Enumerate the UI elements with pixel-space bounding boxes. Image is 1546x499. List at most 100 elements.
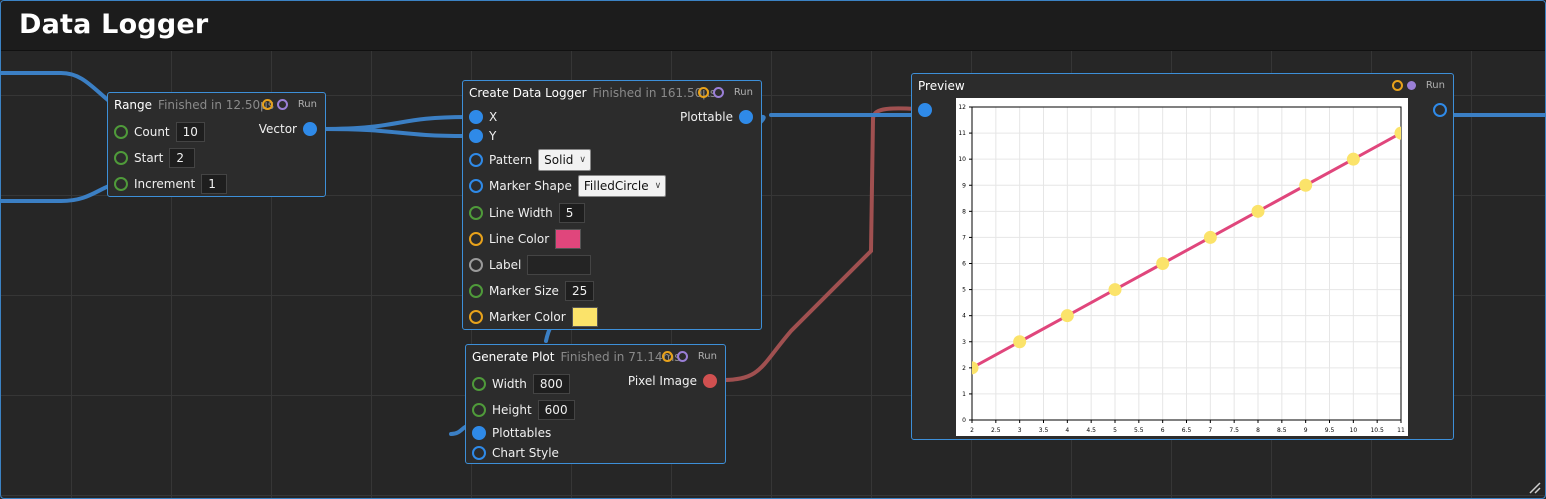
label-label: Label — [489, 258, 522, 272]
marker-size-input[interactable]: 25 — [564, 281, 595, 301]
create-run-button[interactable]: Run — [734, 87, 753, 98]
x-tick-label: 2 — [970, 427, 974, 434]
vector-output-label: Vector — [258, 122, 297, 136]
range-increment-row: Increment 1 — [114, 174, 228, 194]
y-tick-label: 4 — [962, 313, 966, 320]
width-input[interactable]: 800 — [532, 374, 570, 394]
count-port-icon[interactable] — [114, 125, 128, 139]
range-run-button[interactable]: Run — [298, 99, 317, 110]
marker-shape-port-icon[interactable] — [469, 179, 483, 193]
resize-grip-icon[interactable] — [1527, 480, 1541, 494]
wire-left-top — [1, 71, 111, 103]
x-label: X — [489, 110, 498, 124]
y-tick-label: 7 — [962, 234, 966, 241]
run-dot-icon[interactable] — [1406, 81, 1416, 90]
node-editor-canvas[interactable]: Data Logger Range Finished in 12.50µs Run — [0, 0, 1546, 499]
marker-shape-value: FilledCircle — [583, 179, 649, 193]
run-dot-icon[interactable] — [276, 99, 288, 110]
wire-vector-to-y — [321, 127, 468, 138]
y-label: Y — [489, 129, 497, 143]
preview-node-title: Preview — [918, 79, 965, 93]
chart-style-port-icon[interactable] — [472, 446, 486, 460]
pattern-row: Pattern Solid ∨ — [469, 149, 592, 171]
width-port-icon[interactable] — [472, 377, 486, 391]
count-input[interactable]: 10 — [175, 122, 205, 142]
y-tick-label: 10 — [958, 156, 966, 163]
y-tick-label: 3 — [962, 339, 966, 346]
start-input[interactable]: 2 — [169, 148, 196, 168]
data-point — [1013, 335, 1027, 349]
x-input-row: X — [469, 107, 497, 127]
run-dot-icon[interactable] — [676, 351, 688, 362]
y-tick-label: 0 — [962, 417, 966, 424]
marker-size-port-icon[interactable] — [469, 284, 483, 298]
data-point — [972, 361, 979, 375]
x-tick-label: 7 — [1208, 427, 1212, 434]
data-point — [1299, 178, 1313, 192]
range-node-header[interactable]: Range Finished in 12.50µs Run — [108, 93, 325, 117]
marker-color-port-icon[interactable] — [469, 310, 483, 324]
x-port-icon[interactable] — [469, 110, 483, 124]
increment-port-icon[interactable] — [114, 177, 128, 191]
line-width-port-icon[interactable] — [469, 206, 483, 220]
plottables-label: Plottables — [492, 426, 552, 440]
preview-input-port-icon[interactable] — [918, 103, 932, 117]
preview-output-port-icon[interactable] — [1433, 103, 1447, 117]
x-tick-label: 8 — [1256, 427, 1260, 434]
plottable-output-port-icon[interactable] — [739, 110, 753, 124]
line-color-row: Line Color — [469, 229, 582, 249]
create-node-title: Create Data Logger — [469, 86, 587, 100]
label-port-icon[interactable] — [469, 258, 483, 272]
generate-plot-node[interactable]: Generate Plot Finished in 71.14ms Run Wid… — [465, 344, 726, 464]
plottables-row: Plottables — [472, 423, 551, 443]
y-tick-label: 2 — [962, 365, 966, 372]
preview-run-button[interactable]: Run — [1426, 80, 1445, 91]
generate-run-button[interactable]: Run — [698, 351, 717, 362]
increment-label: Increment — [134, 177, 196, 191]
start-label: Start — [134, 151, 164, 165]
wire-left-bottom — [1, 184, 111, 203]
start-port-icon[interactable] — [114, 151, 128, 165]
vector-output-port-icon[interactable] — [303, 122, 317, 136]
x-tick-label: 10 — [1350, 427, 1358, 434]
x-tick-label: 3 — [1018, 427, 1022, 434]
line-color-swatch[interactable] — [555, 229, 582, 249]
line-width-input[interactable]: 5 — [558, 203, 585, 223]
create-node-header[interactable]: Create Data Logger Finished in 161.50µs R… — [463, 81, 761, 105]
height-port-icon[interactable] — [472, 403, 486, 417]
data-point — [1108, 283, 1122, 297]
generate-node-header[interactable]: Generate Plot Finished in 71.14ms Run — [466, 345, 725, 369]
data-point — [1203, 230, 1217, 244]
marker-color-swatch[interactable] — [571, 307, 598, 327]
plottables-port-icon[interactable] — [472, 426, 486, 440]
preview-node[interactable]: Preview Run 2 2.5 3 3.5 4 4.5 5 5.5 6 6.5 7 7.5 8 8.5… — [911, 73, 1454, 440]
line-width-label: Line Width — [489, 206, 553, 220]
y-tick-label: 6 — [962, 261, 966, 268]
increment-input[interactable]: 1 — [201, 174, 228, 194]
pattern-port-icon[interactable] — [469, 153, 483, 167]
chart-style-label: Chart Style — [492, 446, 559, 460]
line-color-label: Line Color — [489, 232, 550, 246]
range-start-row: Start 2 — [114, 148, 196, 168]
y-port-icon[interactable] — [469, 129, 483, 143]
x-tick-label: 2.5 — [991, 427, 1001, 434]
range-node-status: Finished in 12.50µs — [158, 98, 275, 112]
status-dot-icon — [661, 351, 673, 362]
marker-size-row: Marker Size 25 — [469, 281, 595, 301]
pixel-image-output-port-icon[interactable] — [703, 374, 717, 388]
run-dot-icon[interactable] — [712, 87, 724, 98]
line-color-port-icon[interactable] — [469, 232, 483, 246]
chevron-down-icon: ∨ — [579, 155, 587, 165]
range-node[interactable]: Range Finished in 12.50µs Run Count 10 St… — [107, 92, 326, 197]
label-input[interactable] — [527, 255, 592, 275]
preview-node-header[interactable]: Preview Run — [912, 74, 1453, 98]
data-point — [1346, 152, 1360, 166]
height-label: Height — [492, 403, 532, 417]
create-data-logger-node[interactable]: Create Data Logger Finished in 161.50µs R… — [462, 80, 762, 330]
x-tick-label: 9.5 — [1325, 427, 1335, 434]
width-row: Width 800 — [472, 374, 570, 394]
marker-shape-select[interactable]: FilledCircle ∨ — [577, 175, 667, 197]
generate-node-title: Generate Plot — [472, 350, 555, 364]
height-input[interactable]: 600 — [537, 400, 575, 420]
pattern-select[interactable]: Solid ∨ — [538, 149, 592, 171]
